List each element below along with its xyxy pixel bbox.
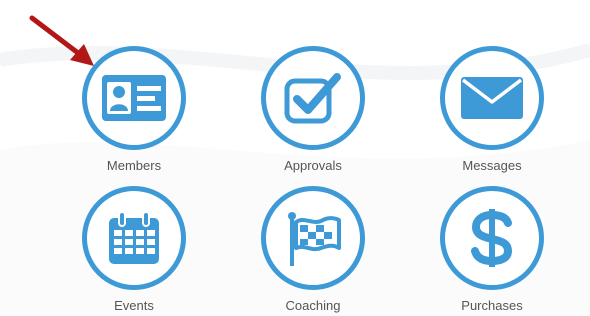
tile-members[interactable]: Members — [69, 46, 199, 176]
envelope-icon — [461, 77, 523, 119]
tile-label-coaching: Coaching — [285, 298, 341, 313]
tile-messages[interactable]: Messages — [427, 46, 557, 176]
tile-events[interactable]: Events — [69, 186, 199, 316]
tile-label-members: Members — [106, 158, 162, 173]
members-icon-circle[interactable] — [82, 46, 186, 150]
tile-label-messages: Messages — [462, 158, 522, 173]
dollar-sign-icon — [471, 209, 513, 267]
checkbox-check-icon — [284, 73, 341, 124]
tile-coaching[interactable]: Coaching — [248, 186, 378, 316]
coaching-icon-circle[interactable] — [261, 186, 365, 290]
purchases-icon-circle[interactable] — [440, 186, 544, 290]
tile-label-purchases: Purchases — [461, 298, 523, 313]
calendar-icon — [109, 211, 159, 264]
tile-purchases[interactable]: Purchases — [427, 186, 557, 316]
approvals-icon-circle[interactable] — [261, 46, 365, 150]
tile-approvals[interactable]: Approvals — [248, 46, 378, 176]
member-card-icon — [102, 75, 166, 121]
tile-label-events: Events — [114, 298, 154, 313]
messages-icon-circle[interactable] — [440, 46, 544, 150]
checkered-flag-icon — [288, 212, 341, 266]
events-icon-circle[interactable] — [82, 186, 186, 290]
tile-label-approvals: Approvals — [284, 158, 342, 173]
